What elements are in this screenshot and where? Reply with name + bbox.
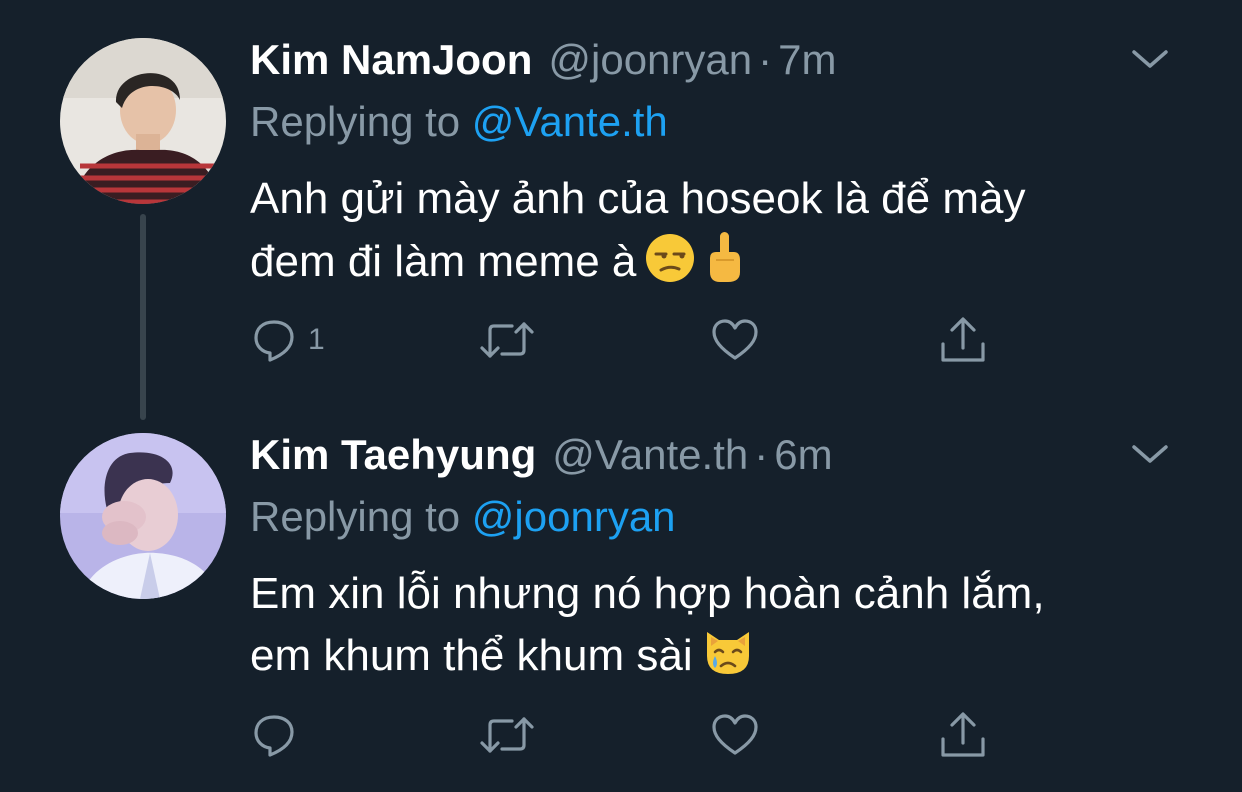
handle[interactable]: @Vante.th (552, 429, 748, 481)
share-icon (938, 314, 988, 366)
tweet-text-line-with-emoji: đem đi làm meme à (250, 230, 1150, 301)
chevron-down-icon[interactable] (1130, 439, 1170, 469)
tweet[interactable]: Kim Taehyung @Vante.th · 6m Replying to … (0, 395, 1242, 792)
avatar-lavender-icon (60, 433, 226, 599)
tweet-header: Kim NamJoon @joonryan · 7m (250, 34, 836, 86)
like-button[interactable] (710, 707, 760, 763)
reply-bubble-icon (250, 711, 298, 759)
retweet-button[interactable] (478, 707, 536, 763)
tweet-text: Anh gửi mày ảnh của hoseok là để mày đem… (250, 168, 1150, 301)
replying-to: Replying to @Vante.th (250, 96, 668, 148)
tweet-text-line: Anh gửi mày ảnh của hoseok là để mày (250, 174, 1026, 223)
avatar[interactable] (60, 38, 226, 204)
mention-link[interactable]: @Vante.th (472, 98, 668, 145)
tweet-text-line: đem đi làm meme à (250, 237, 637, 286)
replying-to-label: Replying to (250, 493, 461, 540)
action-bar (250, 707, 1010, 763)
retweet-button[interactable] (478, 312, 536, 368)
like-button[interactable] (710, 312, 760, 368)
separator-dot: · (754, 431, 769, 478)
heart-icon (710, 711, 760, 759)
thread-connector (140, 214, 146, 420)
display-name[interactable]: Kim Taehyung (250, 429, 536, 481)
reply-button[interactable] (250, 707, 308, 763)
replying-to-label: Replying to (250, 98, 461, 145)
tweet-text-line: Em xin lỗi nhưng nó hợp hoàn cảnh lắm, (250, 569, 1045, 618)
unamused-face-icon (644, 232, 696, 301)
crying-cat-face-icon (701, 626, 755, 695)
retweet-icon (478, 316, 536, 364)
reply-button[interactable]: 1 (250, 312, 325, 368)
replying-to: Replying to @joonryan (250, 491, 676, 543)
chevron-down-icon[interactable] (1130, 44, 1170, 74)
display-name[interactable]: Kim NamJoon (250, 34, 532, 86)
mention-link[interactable]: @joonryan (472, 493, 676, 540)
tweet-text-line: em khum thể khum sài (250, 631, 693, 680)
share-button[interactable] (938, 312, 988, 368)
timestamp[interactable]: 6m (774, 429, 832, 481)
tweet-header: Kim Taehyung @Vante.th · 6m (250, 429, 833, 481)
timestamp[interactable]: 7m (778, 34, 836, 86)
action-bar: 1 (250, 312, 1010, 368)
reply-count: 1 (308, 323, 325, 356)
tweet[interactable]: Kim NamJoon @joonryan · 7m Replying to @… (0, 0, 1242, 420)
share-button[interactable] (938, 707, 988, 763)
avatar[interactable] (60, 433, 226, 599)
heart-icon (710, 316, 760, 364)
reply-bubble-icon (250, 316, 298, 364)
share-icon (938, 709, 988, 761)
retweet-icon (478, 711, 536, 759)
tweet-text-line-with-emoji: em khum thể khum sài (250, 625, 1150, 695)
middle-finger-icon (704, 230, 744, 301)
handle[interactable]: @joonryan (548, 34, 752, 86)
avatar-striped-shirt-icon (60, 38, 226, 204)
separator-dot: · (758, 36, 773, 83)
tweet-text: Em xin lỗi nhưng nó hợp hoàn cảnh lắm, e… (250, 563, 1150, 695)
